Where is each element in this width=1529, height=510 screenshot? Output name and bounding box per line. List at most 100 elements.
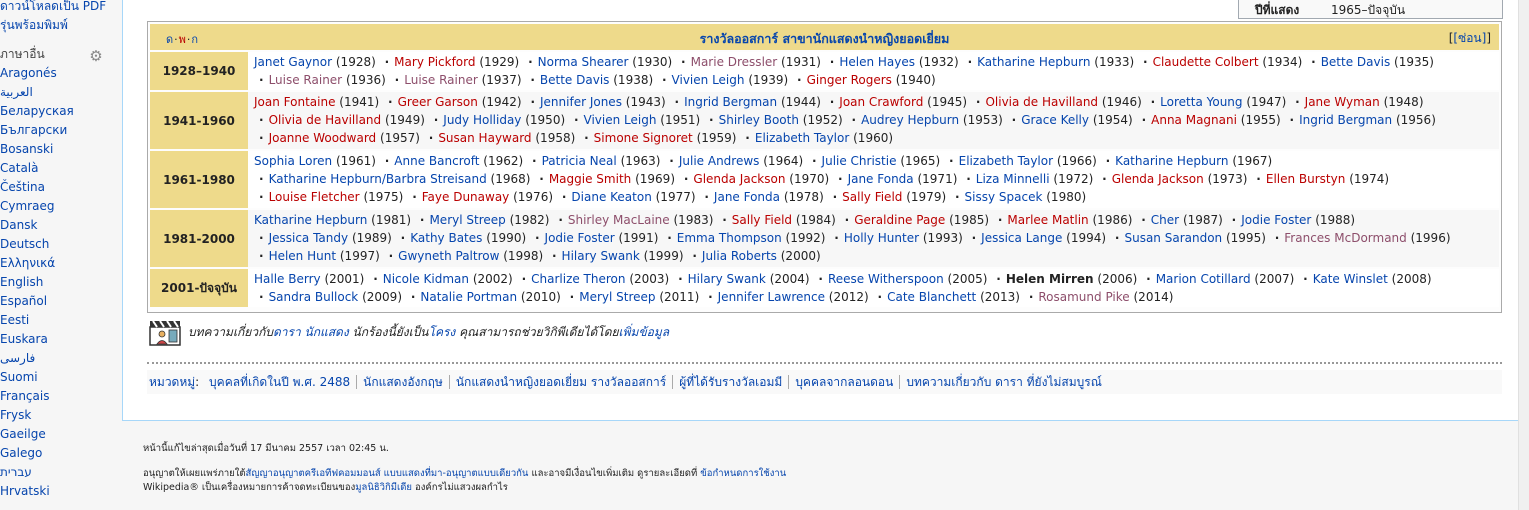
actress-link[interactable]: Shirley MacLaine xyxy=(568,213,670,227)
actress-link[interactable]: Joanne Woodward xyxy=(269,131,377,145)
actress-link[interactable]: Kate Winslet xyxy=(1313,272,1388,286)
actress-link[interactable]: Anna Magnani xyxy=(1151,113,1237,127)
wikimedia-link[interactable]: มูลนิธิวิกิมีเดีย xyxy=(355,482,412,493)
actress-link[interactable]: Hilary Swank xyxy=(688,272,766,286)
actress-link[interactable]: Gwyneth Paltrow xyxy=(398,249,499,263)
language-link[interactable]: Ελληνικά xyxy=(0,254,122,273)
actress-link[interactable]: Nicole Kidman xyxy=(383,272,469,286)
actress-link[interactable]: Faye Dunaway xyxy=(422,190,510,204)
actress-link[interactable]: Susan Hayward xyxy=(438,131,531,145)
language-link[interactable]: Eesti xyxy=(0,311,122,330)
actress-link[interactable]: Bette Davis xyxy=(1321,55,1391,69)
actress-link[interactable]: Marlee Matlin xyxy=(1007,213,1088,227)
actress-link[interactable]: Susan Sarandon xyxy=(1124,231,1222,245)
actress-link[interactable]: Halle Berry xyxy=(254,272,321,286)
actress-link[interactable]: Rosamund Pike xyxy=(1038,290,1129,304)
language-link[interactable]: Gaeilge xyxy=(0,425,122,444)
language-link[interactable]: English xyxy=(0,273,122,292)
actress-link[interactable]: Sandra Bullock xyxy=(269,290,359,304)
actress-link[interactable]: Judy Holliday xyxy=(443,113,521,127)
actress-link[interactable]: Sally Field xyxy=(732,213,792,227)
actress-link[interactable]: Katharine Hepburn xyxy=(977,55,1090,69)
actress-link[interactable]: Shirley Booth xyxy=(719,113,799,127)
actress-link[interactable]: Cher xyxy=(1151,213,1179,227)
actress-link[interactable]: Sissy Spacek xyxy=(965,190,1043,204)
actress-link[interactable]: Jessica Tandy xyxy=(269,231,349,245)
printable-version-link[interactable]: รุ่นพร้อมพิมพ์ xyxy=(0,16,68,35)
actress-link[interactable]: Marion Cotillard xyxy=(1156,272,1251,286)
actress-link[interactable]: Mary Pickford xyxy=(394,55,475,69)
category-link[interactable]: นักแสดงนำหญิงยอดเยี่ยม รางวัลออสการ์ xyxy=(448,375,673,389)
language-link[interactable]: Hrvatski xyxy=(0,482,122,501)
stub-link-actor[interactable]: นักแสดง xyxy=(305,325,349,339)
actress-link[interactable]: Luise Rainer xyxy=(269,73,343,87)
actress-link[interactable]: Greer Garson xyxy=(398,95,478,109)
gear-icon[interactable]: ⚙ xyxy=(88,48,104,64)
category-link[interactable]: นักแสดงอังกฤษ xyxy=(356,375,449,389)
actress-link[interactable]: Joan Crawford xyxy=(839,95,923,109)
actress-link[interactable]: Julie Christie xyxy=(822,154,897,168)
terms-link[interactable]: ข้อกำหนดการใช้งาน xyxy=(700,468,786,479)
actress-link[interactable]: Marie Dressler xyxy=(691,55,778,69)
actress-link[interactable]: Glenda Jackson xyxy=(1112,172,1204,186)
actress-link[interactable]: Helen Hayes xyxy=(839,55,915,69)
actress-link[interactable]: Sophia Loren xyxy=(254,154,332,168)
language-link[interactable]: Français xyxy=(0,387,122,406)
actress-link[interactable]: Helen Hunt xyxy=(269,249,336,263)
actress-link[interactable]: Jennifer Lawrence xyxy=(718,290,825,304)
actress-link[interactable]: Meryl Streep xyxy=(579,290,655,304)
navbox-title[interactable]: รางวัลออสการ์ สาขานักแสดงนำหญิงยอดเยี่ยม xyxy=(150,29,1499,49)
actress-link[interactable]: Kathy Bates xyxy=(410,231,482,245)
stub-link-expand[interactable]: เพิ่มข้อมูล xyxy=(619,325,670,339)
stub-link-star[interactable]: ดารา xyxy=(273,325,301,339)
actress-link[interactable]: Jennifer Jones xyxy=(540,95,622,109)
language-link[interactable]: Aragonés xyxy=(0,64,122,83)
language-link[interactable]: Galego xyxy=(0,444,122,463)
language-link[interactable]: עברית xyxy=(0,463,122,482)
actress-link[interactable]: Ingrid Bergman xyxy=(1299,113,1392,127)
actress-link[interactable]: Loretta Young xyxy=(1160,95,1242,109)
actress-link[interactable]: Sally Field xyxy=(842,190,902,204)
actress-link[interactable]: Louise Fletcher xyxy=(269,190,360,204)
language-link[interactable]: Español xyxy=(0,292,122,311)
actress-link[interactable]: Claudette Colbert xyxy=(1153,55,1259,69)
actress-link[interactable]: Katharine Hepburn xyxy=(254,213,367,227)
actress-link[interactable]: Holly Hunter xyxy=(844,231,919,245)
actress-link[interactable]: Elizabeth Taylor xyxy=(755,131,849,145)
actress-link[interactable]: Janet Gaynor xyxy=(254,55,332,69)
actress-link[interactable]: Reese Witherspoon xyxy=(828,272,944,286)
actress-link[interactable]: Norma Shearer xyxy=(538,55,629,69)
actress-link[interactable]: Frances McDormand xyxy=(1284,231,1407,245)
category-link[interactable]: ผู้ที่ได้รับรางวัลเอมมี xyxy=(672,375,789,389)
actress-link[interactable]: Jane Fonda xyxy=(848,172,914,186)
actress-link[interactable]: Vivien Leigh xyxy=(584,113,657,127)
language-link[interactable]: Euskara xyxy=(0,330,122,349)
download-pdf-link[interactable]: ดาวน์โหลดเป็น PDF xyxy=(0,0,106,16)
language-link[interactable]: Čeština xyxy=(0,178,122,197)
actress-link[interactable]: Diane Keaton xyxy=(571,190,651,204)
actress-link[interactable]: Grace Kelly xyxy=(1021,113,1089,127)
language-link[interactable]: Suomi xyxy=(0,368,122,387)
navbox-hide-toggle[interactable]: [[ซ่อน]] xyxy=(1449,29,1491,48)
actress-link[interactable]: Julie Andrews xyxy=(679,154,760,168)
actress-link[interactable]: Meryl Streep xyxy=(429,213,505,227)
language-link[interactable]: العربية xyxy=(0,83,122,102)
language-link[interactable]: Frysk xyxy=(0,406,122,425)
actress-link[interactable]: Jodie Foster xyxy=(545,231,615,245)
language-link[interactable]: فارسی xyxy=(0,349,122,368)
actress-link[interactable]: Audrey Hepburn xyxy=(861,113,959,127)
actress-link[interactable]: Emma Thompson xyxy=(677,231,782,245)
language-link[interactable]: Català xyxy=(0,159,122,178)
language-link[interactable]: Dansk xyxy=(0,216,122,235)
page-scrollbar[interactable] xyxy=(1518,0,1529,510)
actress-link[interactable]: Olivia de Havilland xyxy=(269,113,382,127)
category-link[interactable]: บุคคลที่เกิดในปี พ.ศ. 2488 xyxy=(203,375,356,389)
actress-link[interactable]: Hilary Swank xyxy=(562,249,640,263)
actress-link[interactable]: Julia Roberts xyxy=(702,249,777,263)
actress-link[interactable]: Elizabeth Taylor xyxy=(959,154,1053,168)
actress-link[interactable]: Anne Bancroft xyxy=(394,154,479,168)
actress-link[interactable]: Jessica Lange xyxy=(981,231,1062,245)
actress-link[interactable]: Patricia Neal xyxy=(542,154,617,168)
actress-link[interactable]: Charlize Theron xyxy=(531,272,625,286)
hide-label[interactable]: [ซ่อน] xyxy=(1453,31,1486,45)
